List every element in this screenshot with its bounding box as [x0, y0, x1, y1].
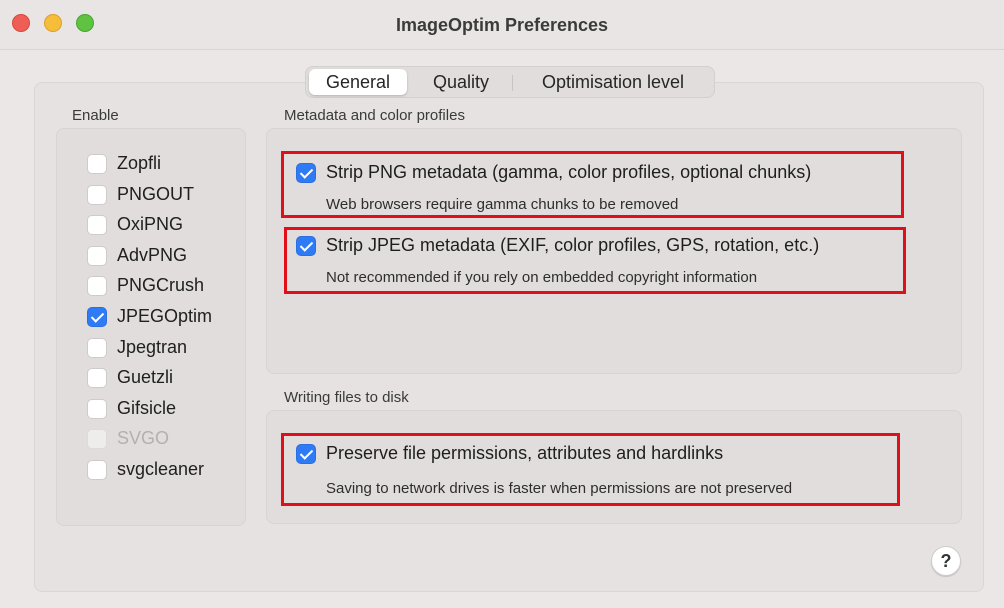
preferences-window: ImageOptim Preferences General Quality O… [0, 0, 1004, 608]
jpegoptim-label: JPEGOptim [117, 306, 213, 326]
tab-general[interactable]: General [309, 69, 407, 95]
guetzli-label: Guetzli [117, 367, 174, 387]
strip-png-metadata-label: Strip PNG metadata (gamma, color profile… [326, 162, 812, 182]
pngcrush-checkbox[interactable] [87, 276, 107, 296]
strip-jpeg-metadata-label: Strip JPEG metadata (EXIF, color profile… [326, 235, 820, 255]
preserve-permissions-label: Preserve file permissions, attributes an… [326, 443, 724, 463]
help-button[interactable]: ? [931, 546, 961, 576]
strip-png-metadata-checkbox[interactable] [296, 163, 316, 183]
strip-png-metadata-description: Web browsers require gamma chunks to be … [326, 196, 679, 213]
zopfli-checkbox[interactable] [87, 154, 107, 174]
tab-optimisation-level[interactable]: Optimisation level [518, 69, 708, 95]
metadata-heading: Metadata and color profiles [284, 107, 465, 124]
window-title: ImageOptim Preferences [395, 15, 609, 35]
tab-separator [512, 75, 513, 91]
svgo-checkbox [87, 429, 107, 449]
pngout-label: PNGOUT [117, 184, 195, 204]
tab-bar: General Quality Optimisation level [305, 66, 715, 98]
tab-quality[interactable]: Quality [418, 69, 504, 95]
zopfli-label: Zopfli [117, 153, 162, 173]
strip-jpeg-metadata-description: Not recommended if you rely on embedded … [326, 269, 758, 286]
title-bar: ImageOptim Preferences [0, 0, 1004, 50]
jpegtran-checkbox[interactable] [87, 338, 107, 358]
writing-heading: Writing files to disk [284, 389, 409, 406]
preserve-permissions-checkbox[interactable] [296, 444, 316, 464]
svgcleaner-label: svgcleaner [117, 459, 205, 479]
strip-jpeg-metadata-checkbox[interactable] [296, 236, 316, 256]
advpng-label: AdvPNG [117, 245, 188, 265]
pngcrush-label: PNGCrush [117, 275, 205, 295]
jpegtran-label: Jpegtran [117, 337, 188, 357]
pngout-checkbox[interactable] [87, 185, 107, 205]
preserve-permissions-description: Saving to network drives is faster when … [326, 480, 793, 497]
guetzli-checkbox[interactable] [87, 368, 107, 388]
oxipng-label: OxiPNG [117, 214, 184, 234]
enable-heading: Enable [72, 107, 119, 124]
gifsicle-label: Gifsicle [117, 398, 177, 418]
svgcleaner-checkbox[interactable] [87, 460, 107, 480]
advpng-checkbox[interactable] [87, 246, 107, 266]
jpegoptim-checkbox[interactable] [87, 307, 107, 327]
gifsicle-checkbox[interactable] [87, 399, 107, 419]
oxipng-checkbox[interactable] [87, 215, 107, 235]
svgo-label: SVGO [117, 428, 170, 448]
